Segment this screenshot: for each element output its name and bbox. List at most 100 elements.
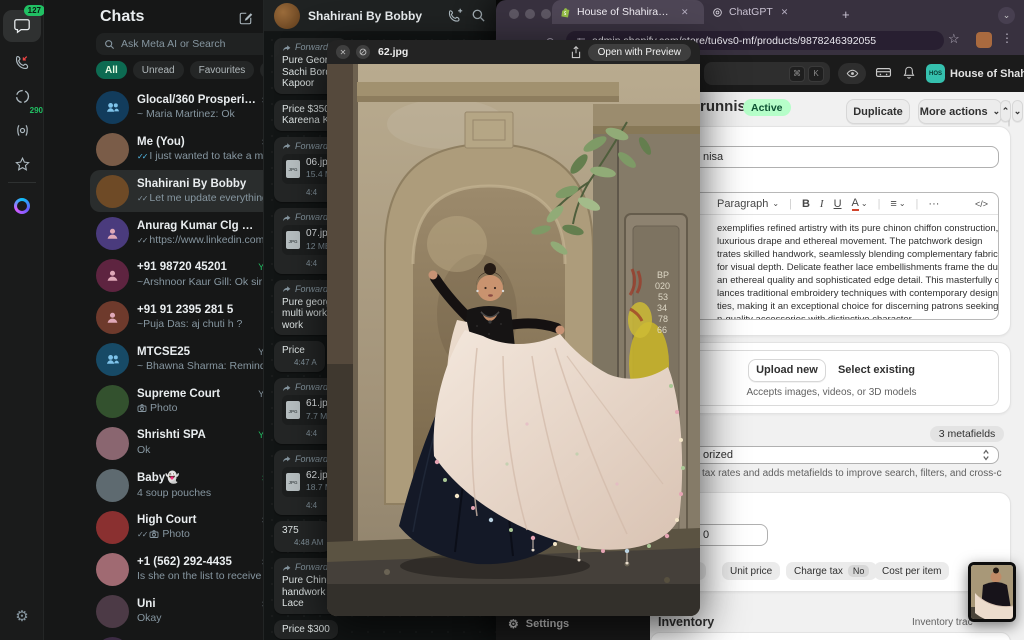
message-time: 4:48 AM [294, 538, 323, 547]
conversation-title[interactable]: Shahirani By Bobby [308, 9, 439, 23]
sidebar-item-settings[interactable]: ⚙ Settings [508, 617, 569, 631]
filter-chip[interactable]: Favourites [190, 61, 255, 79]
message-bubble[interactable]: Forwarded 375 4:48 AM [274, 521, 331, 552]
search-input[interactable]: Ask Meta AI or Search [96, 33, 264, 55]
zoom-icon[interactable] [356, 45, 370, 59]
starred-icon[interactable] [3, 148, 41, 180]
chat-row[interactable]: Supreme Court Yesterday ✓✓ Photo [90, 380, 264, 422]
bookmark-star-icon[interactable]: ☆ [948, 31, 960, 47]
chat-name: MTCSE25 [137, 346, 252, 358]
product-title-input[interactable]: nisa [664, 146, 999, 168]
cost-per-item-pill[interactable]: Cost per item [874, 562, 949, 580]
tab-close-icon[interactable]: ✕ [681, 7, 689, 18]
select-stepper-icon [982, 449, 990, 461]
category-select[interactable]: orized [664, 446, 999, 464]
chat-row[interactable]: High Court Saturday ✓✓ Photo [90, 506, 264, 548]
chat-name: +91 98720 45201 [137, 261, 252, 273]
charge-tax-value: No [848, 565, 870, 577]
chat-row[interactable]: Glocal/360 Prosperity Team Saturday ✓✓ ~… [90, 86, 264, 128]
open-with-preview-button[interactable]: Open with Preview [588, 44, 691, 61]
chat-row[interactable]: +1 (562) 292-4435 Saturday ✓✓ Is she on … [90, 548, 264, 590]
paragraph-style-select[interactable]: Paragraph⌄ [717, 198, 779, 210]
calls-icon[interactable] [3, 46, 41, 78]
notifications-bell-icon[interactable] [902, 65, 916, 80]
chat-row[interactable]: Shahirani By Bobby 3:03 AM ✓✓ Let me upd… [90, 170, 264, 212]
chat-row[interactable]: MTCSE25 Yesterday ✓✓ ~ Bhawna Sharma: Re… [90, 338, 264, 380]
prev-product-button[interactable]: ⌃ [1000, 100, 1011, 122]
chats-nav-icon[interactable]: 127 [3, 10, 41, 42]
profile-avatar[interactable] [976, 32, 992, 48]
view-store-icon[interactable] [838, 63, 866, 84]
person-avatar-icon [105, 310, 120, 325]
next-product-button[interactable]: ⌄ [1012, 100, 1023, 122]
meta-ai-icon[interactable] [3, 190, 41, 222]
tab-close-icon[interactable]: ✕ [781, 7, 789, 18]
chat-row[interactable]: +91 98720 45201 Yesterday ✓✓ ~Arshnoor K… [90, 254, 264, 296]
media-dropzone[interactable]: Upload new Select existing Accepts image… [664, 350, 999, 406]
italic-button[interactable]: I [820, 198, 824, 210]
new-tab-icon[interactable]: + [842, 7, 850, 22]
chat-row[interactable]: Me (You) Saturday ✓✓ I just wanted to ta… [90, 128, 264, 170]
message-bubble[interactable]: Forwarded Price 4:47 A [274, 341, 325, 372]
browser-tab[interactable]: House of Shahirani - Products ✕ [552, 0, 704, 24]
chat-preview: ~Puja Das: aj chuti h ? [137, 318, 264, 330]
store-avatar[interactable]: HOS [926, 64, 945, 83]
browser-menu-icon[interactable]: ⋮ [1001, 31, 1013, 45]
align-button[interactable]: ≡⌄ [890, 198, 905, 210]
add-call-icon[interactable] [447, 8, 463, 24]
window-minimize-button[interactable] [525, 9, 535, 19]
chat-preview: Let me update everything. Add the... [149, 192, 264, 204]
text-color-button[interactable]: A⌄ [852, 197, 868, 211]
description-text[interactable]: exemplifies refined artistry with its pu… [665, 215, 998, 320]
code-view-button[interactable]: </> [975, 199, 988, 209]
shopify-favicon [560, 7, 571, 18]
chat-row[interactable]: Anurag Kumar Clg Bihar 1:19 AM ✓✓ https:… [90, 212, 264, 254]
svg-text:020: 020 [655, 281, 670, 291]
duplicate-button[interactable]: Duplicate [846, 99, 910, 124]
chat-name: High Court [137, 514, 256, 526]
unit-price-pill[interactable]: Unit price [722, 562, 780, 580]
chat-preview: I just wanted to take a moment to s... [149, 150, 264, 162]
chat-row[interactable]: Baby👻 Saturday ✓✓ 4 soup pouches 1 [90, 464, 264, 506]
browser-tab[interactable]: ChatGPT ✕ [704, 0, 856, 24]
channels-icon[interactable]: 290 [3, 114, 41, 146]
avatar [96, 385, 129, 418]
share-icon[interactable] [570, 46, 582, 59]
filter-chip[interactable]: Unread [133, 61, 184, 79]
chat-row[interactable]: Shrishti SPA Yesterday ✓✓ Ok 1 [90, 422, 264, 464]
close-icon[interactable]: ✕ [336, 45, 350, 59]
read-receipt-icon: ✓✓ [137, 236, 146, 245]
underline-button[interactable]: U [834, 198, 842, 210]
filter-chip[interactable]: All [96, 61, 127, 79]
window-zoom-button[interactable] [541, 9, 551, 19]
more-actions-button[interactable]: More actions⌄ [918, 99, 1002, 124]
upload-new-button[interactable]: Upload new [748, 359, 826, 382]
settings-icon[interactable]: ⚙ [3, 600, 41, 632]
pip-thumbnail[interactable] [968, 562, 1016, 622]
message-bubble[interactable]: Forwarded Price $300 [274, 620, 338, 640]
store-name[interactable]: House of Shahirani [950, 68, 1024, 80]
shopify-search[interactable]: ⌘ K [704, 62, 830, 85]
pos-icon[interactable] [875, 65, 892, 80]
new-chat-icon[interactable] [238, 11, 253, 26]
svg-text:53: 53 [658, 292, 668, 302]
avatar [96, 91, 129, 124]
chat-row[interactable]: +91 91 2395 281 5 20/10/25 ✓✓ ~Puja Das:… [90, 296, 264, 338]
chat-row[interactable]: +91 80108 40539 Friday ✓✓ [90, 632, 264, 640]
chat-row[interactable]: Uni Saturday ✓✓ Okay [90, 590, 264, 632]
chat-name: +1 (562) 292-4435 [137, 556, 256, 568]
bold-button[interactable]: B [802, 198, 810, 210]
charge-tax-pill[interactable]: Charge tax No [786, 562, 877, 580]
window-close-button[interactable] [509, 9, 519, 19]
svg-text:34: 34 [657, 303, 667, 313]
camera-icon [137, 403, 147, 413]
conversation-avatar[interactable] [274, 3, 300, 29]
chat-name: Uni [137, 598, 256, 610]
conversation-search-icon[interactable] [471, 8, 486, 23]
select-existing-link[interactable]: Select existing [838, 364, 915, 376]
person-avatar-icon [105, 268, 120, 283]
description-editor[interactable]: Paragraph⌄ | B I U A⌄ | ≡⌄ | ··· </> exe… [664, 192, 999, 320]
more-formatting-button[interactable]: ··· [928, 198, 939, 210]
tab-search-chevron[interactable]: ⌄ [998, 7, 1015, 24]
metafields-badge[interactable]: 3 metafields [930, 426, 1004, 442]
